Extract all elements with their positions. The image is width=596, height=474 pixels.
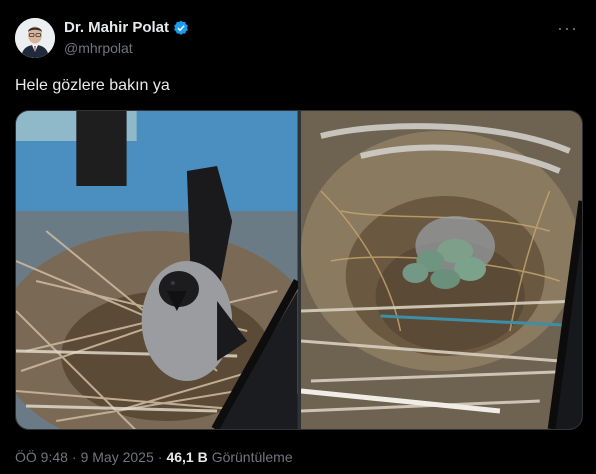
nest-with-eggs-photo (300, 111, 582, 429)
author-display-name[interactable]: Dr. Mahir Polat (64, 19, 169, 36)
meta-separator: · (157, 449, 163, 465)
verified-badge-icon (174, 20, 188, 35)
tweet-date[interactable]: 9 May 2025 (81, 449, 154, 465)
crow-on-nest-photo (16, 111, 298, 429)
media-photo-1[interactable] (16, 111, 298, 429)
tweet-text: Hele gözlere bakın ya (15, 77, 170, 94)
media-grid (15, 110, 583, 430)
author-avatar[interactable] (15, 18, 55, 58)
author-handle[interactable]: @mhrpolat (64, 40, 133, 56)
views-label: Görüntüleme (211, 449, 293, 465)
tweet-time[interactable]: ÖÖ 9:48 (15, 449, 68, 465)
author-name-row[interactable]: Dr. Mahir Polat (64, 19, 189, 36)
meta-separator: · (71, 449, 77, 465)
views-count: 46,1 B (166, 449, 208, 465)
media-photo-2[interactable] (300, 111, 582, 429)
tweet-meta: ÖÖ 9:48 · 9 May 2025 · 46,1 B Görüntüleme (15, 449, 297, 465)
more-options-button[interactable]: ··· (557, 18, 578, 39)
